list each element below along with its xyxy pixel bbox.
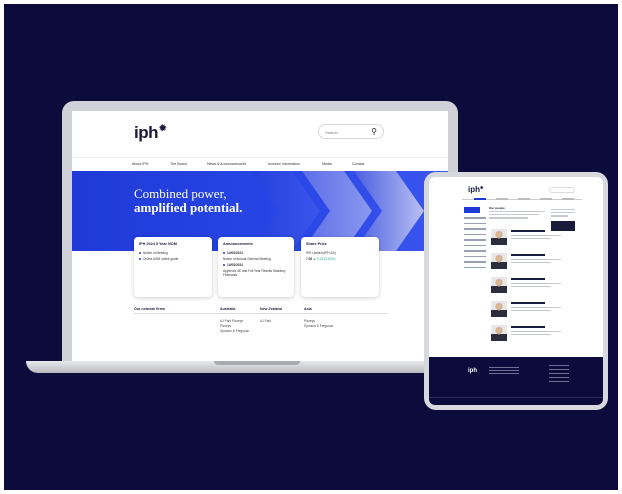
nav-tab[interactable]	[562, 198, 574, 200]
person-photo	[491, 277, 507, 293]
person-photo	[491, 229, 507, 245]
nav-item-investor[interactable]: Investor Information	[268, 162, 300, 166]
person-photo	[491, 325, 507, 341]
nav-tab[interactable]	[540, 198, 552, 200]
site-header: iph✹ Search ⚲	[72, 111, 448, 151]
person-card[interactable]	[491, 301, 577, 317]
person-card[interactable]	[491, 229, 577, 245]
main-nav: About IPH The Board News & Announcements…	[72, 157, 448, 171]
tablet-screen: iph✹ Our people iph	[429, 177, 603, 405]
search-icon[interactable]: ⚲	[371, 127, 377, 136]
footer-divider	[429, 397, 603, 398]
iph-logo[interactable]: iph✹	[134, 123, 167, 143]
announcements-card[interactable]: Announcements 14/08/2024 Notice of Annua…	[218, 237, 294, 297]
right-panel	[551, 209, 575, 231]
nav-tab[interactable]	[474, 198, 486, 200]
side-menu	[464, 207, 486, 272]
background-frame: iph✹ Search ⚲ About IPH The Board News & …	[4, 4, 618, 490]
page-title: Our people	[489, 206, 505, 210]
person-photo	[491, 253, 507, 269]
logo-star-icon: ✹	[159, 123, 167, 133]
person-card[interactable]	[491, 253, 577, 269]
nav-item-about[interactable]: About IPH	[132, 162, 148, 166]
person-photo	[491, 301, 507, 317]
laptop-mockup: iph✹ Search ⚲ About IPH The Board News & …	[62, 101, 458, 361]
nav-tab[interactable]	[496, 198, 508, 200]
iph-logo[interactable]: iph✹	[468, 185, 483, 194]
nav-tab[interactable]	[518, 198, 530, 200]
site-footer: iph	[429, 357, 603, 405]
hero-headline: Combined power, amplified potential.	[134, 186, 243, 215]
person-card[interactable]	[491, 277, 577, 293]
search-input[interactable]: Search ⚲	[318, 124, 384, 139]
person-card[interactable]	[491, 325, 577, 341]
footer-address	[489, 367, 519, 376]
tablet-mockup: iph✹ Our people iph	[424, 172, 608, 410]
nav-item-media[interactable]: Media	[322, 162, 332, 166]
footer-logo[interactable]: iph	[468, 368, 477, 374]
nav-item-board[interactable]: The Board	[170, 162, 187, 166]
laptop-screen: iph✹ Search ⚲ About IPH The Board News & …	[72, 111, 448, 361]
search-input[interactable]	[549, 187, 575, 193]
footer-links	[549, 365, 569, 385]
main-nav	[462, 198, 582, 200]
nav-item-contact[interactable]: Contact	[352, 162, 364, 166]
nom-card[interactable]: IPH 2024 5 Year NOM Notice of Meeting On…	[134, 237, 212, 297]
intro-text	[489, 211, 545, 221]
nav-item-news[interactable]: News & Announcements	[207, 162, 246, 166]
laptop-notch	[214, 361, 300, 365]
logo-star-icon: ✹	[480, 185, 484, 190]
network-firms-table: Our network firms Australia New Zealand …	[134, 307, 388, 333]
share-price-card: Share Price IPH Limited (IPH:AX) 7.06 ▲ …	[301, 237, 379, 297]
